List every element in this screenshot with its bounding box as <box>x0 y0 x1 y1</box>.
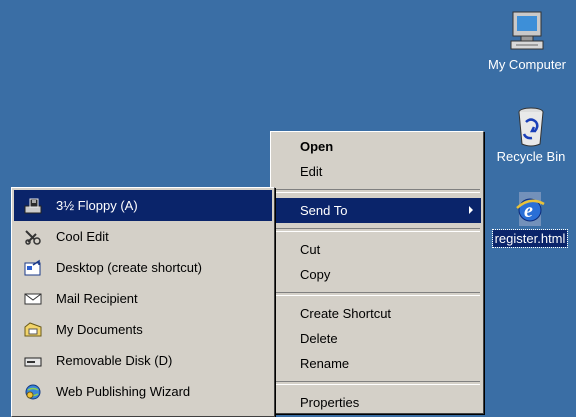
context-menu: Open Edit Send To Cut Copy Create Shortc… <box>270 131 484 414</box>
desktop[interactable]: My Computer Recycle Bin e register.html … <box>0 0 576 417</box>
sendto-item-label: My Documents <box>56 322 143 337</box>
menu-item-edit[interactable]: Edit <box>273 159 481 184</box>
sendto-item-web-publishing-wizard[interactable]: Web Publishing Wizard <box>14 376 272 407</box>
recycle-bin-icon <box>518 107 544 147</box>
menu-item-copy[interactable]: Copy <box>273 262 481 287</box>
desktop-shortcut-icon <box>24 259 41 276</box>
menu-item-send-to[interactable]: Send To <box>273 198 481 223</box>
cool-edit-icon <box>25 230 41 245</box>
desktop-icon-my-computer[interactable]: My Computer <box>478 10 576 73</box>
menu-item-delete[interactable]: Delete <box>273 326 481 351</box>
ie-html-file-icon: e <box>516 192 545 226</box>
web-publishing-wizard-icon <box>25 384 41 400</box>
sendto-item-removable-disk[interactable]: Removable Disk (D) <box>14 345 272 376</box>
desktop-icon-recycle-bin[interactable]: Recycle Bin <box>486 104 576 165</box>
sendto-item-label: 3½ Floppy (A) <box>56 198 138 213</box>
desktop-icon-label: register.html <box>491 229 569 248</box>
sendto-item-floppy[interactable]: 3½ Floppy (A) <box>14 190 272 221</box>
desktop-icon-register-html[interactable]: e register.html <box>484 190 576 248</box>
sendto-item-label: Removable Disk (D) <box>56 353 173 368</box>
sendto-item-cool-edit[interactable]: Cool Edit <box>14 221 272 252</box>
menu-item-rename[interactable]: Rename <box>273 351 481 376</box>
desktop-icon-label: Recycle Bin <box>496 149 566 164</box>
menu-item-open[interactable]: Open <box>273 134 481 159</box>
desktop-icon-label: My Computer <box>487 57 567 72</box>
sendto-item-mail[interactable]: Mail Recipient <box>14 283 272 314</box>
sendto-item-label: Cool Edit <box>56 229 109 244</box>
send-to-submenu: 3½ Floppy (A) Cool Edit Desktop (create … <box>11 187 275 417</box>
sendto-item-desktop[interactable]: Desktop (create shortcut) <box>14 252 272 283</box>
sendto-item-my-documents[interactable]: My Documents <box>14 314 272 345</box>
menu-separator <box>274 189 480 193</box>
menu-item-create-shortcut[interactable]: Create Shortcut <box>273 301 481 326</box>
menu-item-cut[interactable]: Cut <box>273 237 481 262</box>
computer-icon <box>510 11 544 50</box>
menu-separator <box>274 381 480 385</box>
sendto-item-label: Desktop (create shortcut) <box>56 260 202 275</box>
menu-separator <box>274 228 480 232</box>
mail-envelope-icon <box>24 293 42 305</box>
sendto-item-label: Web Publishing Wizard <box>56 384 191 399</box>
removable-disk-icon <box>24 357 42 367</box>
menu-item-properties[interactable]: Properties <box>273 390 481 415</box>
my-documents-folder-icon <box>24 322 42 337</box>
floppy-drive-icon <box>24 198 42 214</box>
menu-item-label: Send To <box>300 203 348 218</box>
sendto-item-label: Mail Recipient <box>56 291 138 306</box>
menu-separator <box>274 292 480 296</box>
submenu-arrow-icon <box>469 206 473 214</box>
